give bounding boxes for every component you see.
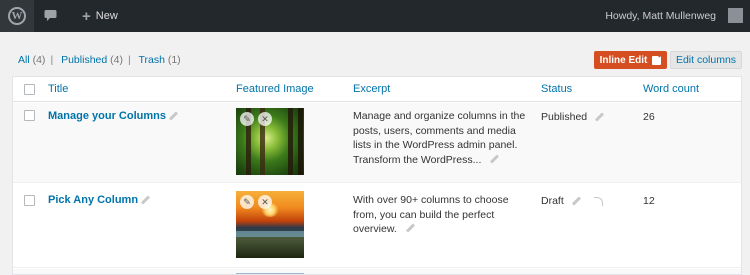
pencil-icon[interactable] — [406, 224, 415, 233]
row-checkbox[interactable] — [24, 195, 35, 206]
column-header-featured-image[interactable]: Featured Image — [236, 83, 314, 95]
separator: | — [127, 54, 131, 66]
filter-trash-count: (1) — [167, 54, 181, 66]
new-label: New — [95, 10, 118, 22]
post-status: Published — [541, 111, 588, 123]
avatar[interactable] — [728, 8, 743, 23]
filter-all[interactable]: All — [18, 54, 30, 66]
pencil-icon[interactable] — [490, 155, 499, 164]
edit-image-icon[interactable]: ✎ — [240, 112, 254, 126]
featured-image-thumbnail[interactable]: ✎ ✕ — [236, 108, 304, 175]
remove-image-icon[interactable]: ✕ — [258, 195, 272, 209]
column-header-word-count[interactable]: Word count — [643, 83, 699, 95]
table-row: Manage your Columns ✎ ✕ Manage and organ… — [13, 103, 741, 183]
edit-columns-button[interactable]: Edit columns — [670, 51, 742, 69]
admin-bar: W + New Howdy, Matt Mullenweg — [0, 0, 750, 32]
undo-icon[interactable] — [594, 197, 603, 206]
post-title[interactable]: Pick Any Column — [48, 194, 138, 206]
word-count: 12 — [643, 195, 655, 207]
table-row: Pick Any Column ✎ ✕ With over 90+ column… — [13, 184, 741, 268]
column-header-title[interactable]: Title — [48, 83, 68, 95]
status-filters: All (4) | Published (4) | Trash (1) — [18, 54, 181, 66]
table-row — [13, 269, 741, 274]
post-title[interactable]: Manage your Columns — [48, 110, 166, 122]
pencil-icon[interactable] — [169, 112, 178, 121]
remove-image-icon[interactable]: ✕ — [258, 112, 272, 126]
post-status: Draft — [541, 195, 564, 207]
pencil-icon[interactable] — [141, 196, 150, 205]
howdy-user[interactable]: Howdy, Matt Mullenweg — [605, 0, 716, 32]
filter-published[interactable]: Published — [61, 54, 107, 66]
posts-table: Title Featured Image Excerpt Status Word… — [12, 76, 742, 275]
wordpress-logo-icon[interactable]: W — [0, 0, 34, 32]
row-checkbox[interactable] — [24, 110, 35, 121]
pencil-icon[interactable] — [572, 197, 581, 206]
edit-image-icon[interactable]: ✎ — [240, 195, 254, 209]
filter-published-count: (4) — [110, 54, 123, 66]
select-all-checkbox[interactable] — [24, 84, 35, 95]
post-excerpt: With over 90+ columns to choose from, yo… — [353, 194, 509, 235]
pencil-icon[interactable] — [595, 113, 604, 122]
inline-edit-label: Inline Edit — [599, 54, 648, 66]
separator: | — [50, 54, 54, 66]
new-content-menu[interactable]: + New — [82, 0, 118, 32]
word-count: 26 — [643, 111, 655, 123]
featured-image-thumbnail[interactable]: ✎ ✕ — [236, 191, 304, 258]
plus-icon: + — [82, 7, 91, 25]
filter-trash[interactable]: Trash — [138, 54, 164, 66]
column-header-status[interactable]: Status — [541, 83, 572, 95]
post-excerpt: Manage and organize columns in the posts… — [353, 110, 526, 166]
table-header: Title Featured Image Excerpt Status Word… — [13, 77, 741, 102]
filter-all-count: (4) — [32, 54, 46, 66]
column-header-excerpt[interactable]: Excerpt — [353, 83, 390, 95]
comments-icon[interactable] — [44, 9, 57, 22]
inline-edit-button[interactable]: Inline Edit — [594, 51, 667, 69]
edit-icon — [652, 55, 662, 65]
